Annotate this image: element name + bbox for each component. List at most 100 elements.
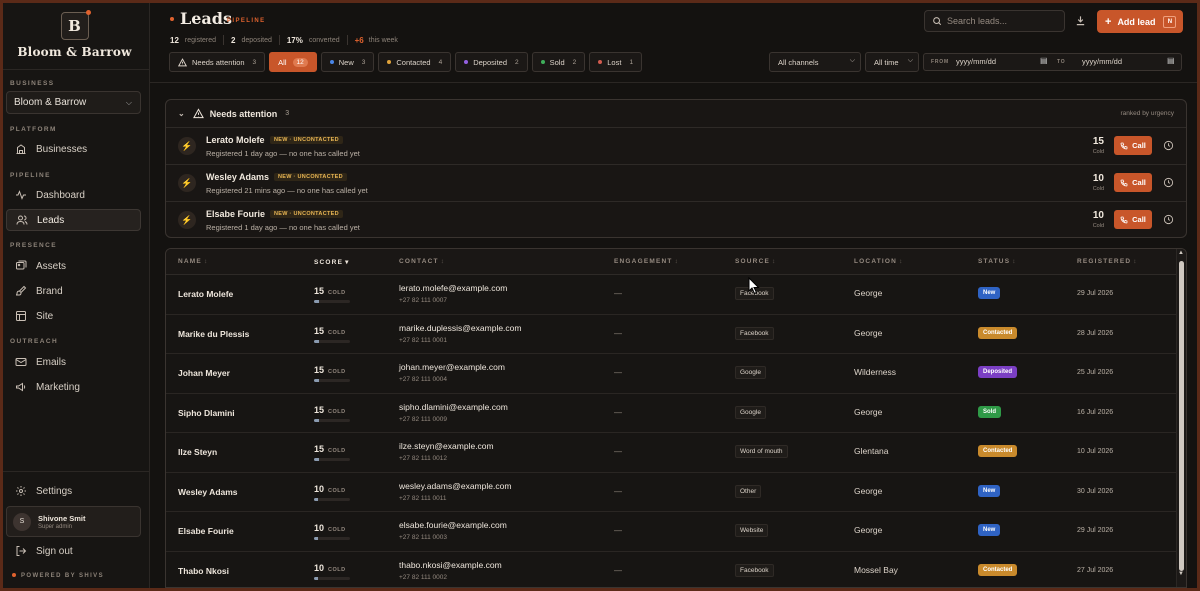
table-row[interactable]: Elsabe Fourie 10 COLD elsabe.fourie@example… [166, 512, 1186, 552]
to-date-input[interactable]: yyyy/mm/dd [1082, 57, 1122, 66]
snooze-clock-icon[interactable] [1163, 214, 1174, 225]
lead-name[interactable]: Elsabe Fourie [178, 526, 234, 536]
lead-email[interactable]: thabo.nkosi@example.com [399, 560, 502, 570]
lead-email[interactable]: johan.meyer@example.com [399, 362, 505, 372]
filter-deposited[interactable]: Deposited 2 [455, 52, 528, 72]
sidebar-item-leads[interactable]: Leads [6, 209, 141, 231]
lead-phone[interactable]: +27 82 111 0002 [399, 574, 447, 581]
from-date-input[interactable]: yyyy/mm/dd [956, 57, 996, 66]
status-badge[interactable]: Contacted [978, 445, 1018, 457]
table-scrollbar[interactable]: ▲ ▼ [1176, 249, 1186, 587]
attention-row[interactable]: ⚡ Lerato Molefe NEW · UNCONTACTED Regist… [166, 128, 1186, 165]
table-row[interactable]: Ilze Steyn 15 COLD ilze.steyn@example.com +2… [166, 433, 1186, 473]
add-lead-button[interactable]: + Add lead N [1097, 10, 1183, 33]
lead-phone[interactable]: +27 82 111 0011 [399, 495, 447, 502]
filter-contacted[interactable]: Contacted 4 [378, 52, 452, 72]
status-badge[interactable]: New [978, 484, 1001, 497]
sidebar-item-label: Site [36, 310, 54, 322]
time-select[interactable]: All time ⌵ [865, 52, 919, 72]
column-header-status[interactable]: STATUS ↕ [978, 258, 1017, 265]
chevron-down-icon[interactable]: ⌄ [178, 109, 185, 118]
filter-sold[interactable]: Sold 2 [531, 52, 586, 72]
lead-phone[interactable]: +27 82 111 0007 [399, 297, 447, 304]
call-button[interactable]: Call [1114, 173, 1152, 192]
sidebar-item-emails[interactable]: Emails [6, 351, 141, 373]
attention-name[interactable]: Lerato Molefe [206, 135, 265, 145]
scrollbar-thumb[interactable] [1179, 261, 1184, 571]
lead-name[interactable]: Johan Meyer [178, 368, 230, 378]
lead-name[interactable]: Ilze Steyn [178, 447, 217, 457]
table-row[interactable]: Marike du Plessis 15 COLD marike.duplessis@… [166, 315, 1186, 354]
column-header-score[interactable]: SCORE ▾ [314, 258, 350, 266]
sidebar-item-site[interactable]: Site [6, 305, 141, 327]
channel-select[interactable]: All channels ⌵ [769, 52, 861, 72]
column-header-contact[interactable]: CONTACT ↕ [399, 258, 445, 265]
sidebar-item-assets[interactable]: Assets [6, 255, 141, 277]
lead-phone[interactable]: +27 82 111 0012 [399, 455, 447, 462]
snooze-clock-icon[interactable] [1163, 177, 1174, 188]
lead-name[interactable]: Marike du Plessis [178, 329, 249, 339]
status-badge[interactable]: Contacted [978, 563, 1018, 576]
column-header-engagement[interactable]: ENGAGEMENT ↕ [614, 258, 679, 265]
lead-name[interactable]: Sipho Dlamini [178, 408, 235, 418]
table-row[interactable]: Lerato Molefe 15 COLD lerato.molefe@example… [166, 275, 1186, 315]
lead-email[interactable]: lerato.molefe@example.com [399, 283, 507, 293]
calendar-icon[interactable]: ▤ [1040, 56, 1048, 65]
call-button[interactable]: Call [1114, 210, 1152, 229]
status-badge[interactable]: Deposited [978, 366, 1018, 378]
filter-needs-attention[interactable]: Needs attention 3 [169, 52, 266, 72]
column-header-location[interactable]: LOCATION ↕ [854, 258, 904, 265]
column-header-source[interactable]: SOURCE ↕ [735, 258, 776, 265]
user-card[interactable]: S Shivone Smit Super admin [6, 506, 141, 537]
sidebar-item-settings[interactable]: Settings [6, 480, 141, 502]
sign-out-button[interactable]: Sign out [6, 540, 141, 562]
business-select[interactable]: Bloom & Barrow ⌵ [6, 91, 141, 114]
sidebar-item-dashboard[interactable]: Dashboard [6, 184, 141, 206]
scroll-up-arrow[interactable]: ▲ [1178, 250, 1184, 256]
table-row[interactable]: Johan Meyer 15 COLD johan.meyer@example.com… [166, 354, 1186, 394]
calendar-icon[interactable]: ▤ [1167, 56, 1175, 65]
table-row[interactable]: Sipho Dlamini 15 COLD sipho.dlamini@example… [166, 394, 1186, 433]
status-badge[interactable]: Sold [978, 405, 1001, 418]
download-button[interactable] [1072, 12, 1088, 28]
brand-logo[interactable]: B [60, 10, 91, 40]
snooze-clock-icon[interactable] [1163, 140, 1174, 151]
filter-all[interactable]: All 12 [269, 52, 317, 72]
bolt-icon: ⚡ [178, 211, 196, 229]
column-header-registered[interactable]: REGISTERED ↕ [1077, 258, 1138, 265]
lead-email[interactable]: marike.duplessis@example.com [399, 323, 521, 333]
lead-email[interactable]: ilze.steyn@example.com [399, 441, 494, 451]
lead-email[interactable]: elsabe.fourie@example.com [399, 520, 507, 530]
table-row[interactable]: Thabo Nkosi 10 COLD thabo.nkosi@example.com… [166, 552, 1186, 588]
lead-phone[interactable]: +27 82 111 0009 [399, 416, 447, 423]
attention-row[interactable]: ⚡ Wesley Adams NEW · UNCONTACTED Registe… [166, 165, 1186, 202]
attention-name[interactable]: Wesley Adams [206, 172, 269, 182]
score-bar-fill [314, 379, 320, 382]
lead-email[interactable]: wesley.adams@example.com [399, 481, 511, 491]
filter-lost[interactable]: Lost 1 [589, 52, 643, 72]
lead-email[interactable]: sipho.dlamini@example.com [399, 402, 508, 412]
attention-row[interactable]: ⚡ Elsabe Fourie NEW · UNCONTACTED Regist… [166, 202, 1186, 237]
sidebar-item-marketing[interactable]: Marketing [6, 376, 141, 398]
filter-new[interactable]: New 3 [320, 52, 375, 72]
status-badge[interactable]: Contacted [978, 326, 1018, 339]
sidebar-item-brand[interactable]: Brand [6, 280, 141, 302]
table-row[interactable]: Wesley Adams 10 COLD wesley.adams@example.c… [166, 473, 1186, 512]
call-button[interactable]: Call [1114, 136, 1152, 155]
attention-name[interactable]: Elsabe Fourie [206, 209, 265, 219]
search-input[interactable]: Search leads... [924, 10, 1065, 32]
sidebar-item-businesses[interactable]: Businesses [6, 138, 141, 160]
status-badge[interactable]: New [978, 524, 1001, 536]
lead-phone[interactable]: +27 82 111 0004 [399, 376, 447, 383]
scroll-down-arrow[interactable]: ▼ [1178, 571, 1184, 577]
score-bar [314, 537, 350, 540]
lead-name[interactable]: Thabo Nkosi [178, 566, 229, 576]
status-badge[interactable]: New [978, 287, 1001, 299]
needs-attention-header[interactable]: ⌄ Needs attention 3 ranked by urgency [166, 100, 1186, 128]
column-header-name[interactable]: NAME ↕ [178, 258, 208, 265]
lead-phone[interactable]: +27 82 111 0001 [399, 337, 447, 344]
lead-name[interactable]: Wesley Adams [178, 487, 238, 497]
lead-phone[interactable]: +27 82 111 0003 [399, 534, 447, 541]
lead-name[interactable]: Lerato Molefe [178, 289, 233, 299]
lead-temperature: COLD [328, 369, 346, 375]
